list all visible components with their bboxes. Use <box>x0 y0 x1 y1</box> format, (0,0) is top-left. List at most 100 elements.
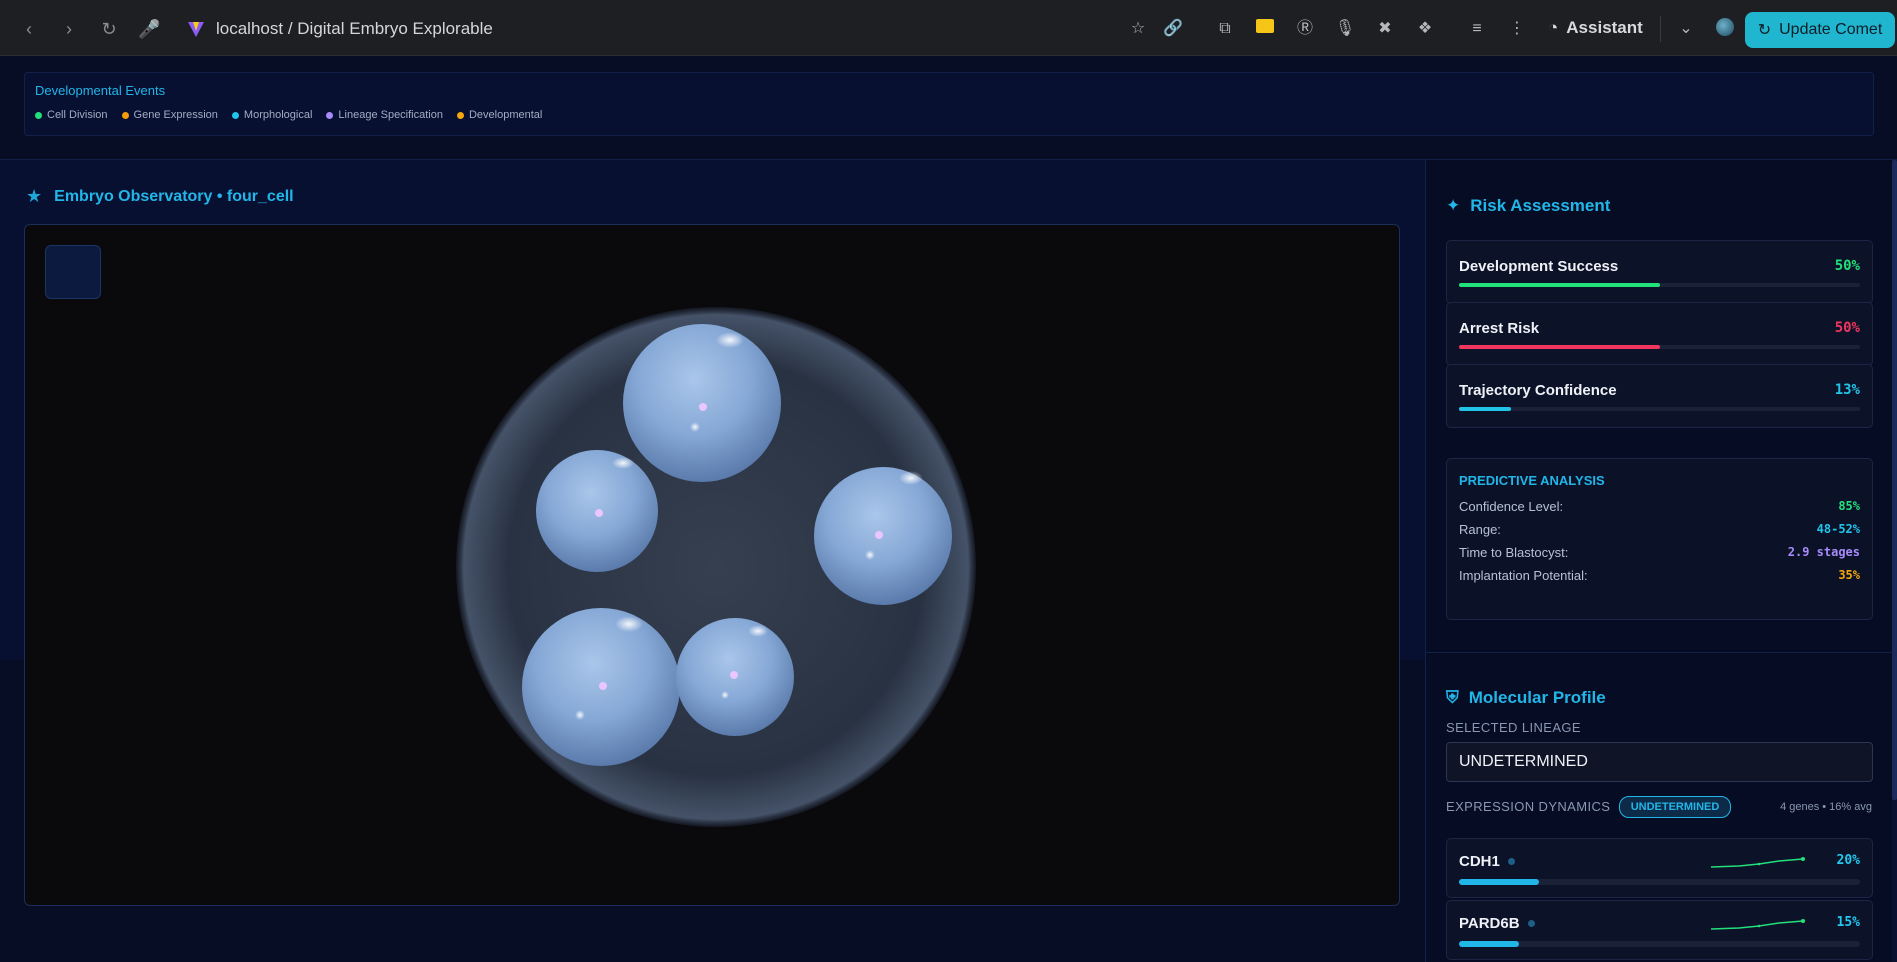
blastomere[interactable] <box>522 608 680 766</box>
legend-dot-icon <box>231 111 239 119</box>
embryo-viewer[interactable] <box>24 224 1400 906</box>
refresh-icon: ↻ <box>1757 22 1772 39</box>
gene-sparkline <box>1710 919 1805 930</box>
legend-item: Developmental <box>456 109 543 121</box>
risk-metric-card: Development Success 50% <box>1446 240 1873 304</box>
link-icon[interactable]: 🔗 <box>1162 18 1184 40</box>
extension-w-icon[interactable]: Ⓡ <box>1294 18 1316 40</box>
risk-title: Risk Assessment <box>1470 196 1611 215</box>
list-icon[interactable]: ≡ <box>1466 18 1488 40</box>
assistant-button[interactable]: ◔ Assistant <box>1548 18 1643 38</box>
legend-label: Cell Division <box>47 109 108 121</box>
predictive-label: Range: <box>1459 522 1501 537</box>
legend-dot-icon <box>35 111 42 119</box>
gene-progress-fill <box>1459 941 1520 947</box>
toolbar-divider <box>1660 16 1661 42</box>
microphone-icon[interactable]: 🎤 <box>138 18 160 40</box>
gene-progress-track <box>1459 941 1860 947</box>
update-comet-button[interactable]: ↻ Update Comet <box>1745 12 1895 48</box>
legend-label: Developmental <box>468 109 543 121</box>
sparkle-icon: ✦ <box>1446 196 1461 215</box>
lineage-status-badge: UNDETERMINED <box>1619 796 1731 818</box>
predictive-title: PREDICTIVE ANALYSIS <box>1459 473 1605 488</box>
waveform-icon[interactable]: ⋮ <box>1506 18 1528 40</box>
legend-item: Cell Division <box>35 109 108 121</box>
metric-progress-track <box>1459 407 1860 411</box>
gene-sparkline <box>1710 857 1805 868</box>
risk-assessment-heading: ✦ Risk Assessment <box>1446 196 1610 216</box>
assistant-icon: ◔ <box>1548 18 1559 37</box>
metric-progress-track <box>1459 283 1860 287</box>
address-bar[interactable]: localhost / Digital Embryo Explorable <box>186 16 493 42</box>
extension-copy-icon[interactable]: ⧉ <box>1214 18 1236 40</box>
metric-value: 13% <box>1834 382 1860 398</box>
forward-icon[interactable]: › <box>58 18 80 40</box>
observatory-heading: ★ Embryo Observatory • four_cell <box>26 186 294 207</box>
molecular-profile-heading: ⛨ Molecular Profile <box>1446 688 1606 708</box>
gene-card[interactable]: PARD6B 15% <box>1446 900 1873 960</box>
predictive-label: Confidence Level: <box>1459 499 1564 514</box>
bookmark-star-icon[interactable]: ☆ <box>1127 18 1149 40</box>
right-panel: ✦ Risk Assessment Development Success 50%… <box>1425 160 1897 962</box>
profile-avatar-icon[interactable] <box>1714 18 1736 40</box>
selected-lineage-field[interactable]: UNDETERMINED <box>1446 742 1873 782</box>
metric-label: Development Success <box>1459 258 1619 275</box>
metric-label: Arrest Risk <box>1459 320 1540 337</box>
legend-label: Morphological <box>243 109 313 121</box>
gene-progress-fill <box>1459 879 1540 885</box>
predictive-row: Range: 48-52% <box>1459 522 1860 537</box>
metric-progress-fill <box>1459 283 1660 287</box>
metric-progress-track <box>1459 345 1860 349</box>
metric-value: 50% <box>1834 320 1860 336</box>
legend-item: Gene Expression <box>121 109 218 121</box>
gene-card[interactable]: CDH1 20% <box>1446 838 1873 898</box>
gene-name-row: PARD6B <box>1459 915 1535 932</box>
risk-metric-card: Arrest Risk 50% <box>1446 302 1873 366</box>
voice-icon[interactable]: 🎙 <box>1334 18 1356 40</box>
legend-dot-icon <box>456 111 464 119</box>
blastomere[interactable] <box>536 450 658 572</box>
shield-icon: ⛨ <box>1446 688 1459 707</box>
predictive-analysis-card: PREDICTIVE ANALYSIS Confidence Level: 85%… <box>1446 458 1873 620</box>
legend-label: Lineage Specification <box>338 109 443 121</box>
metric-value: 50% <box>1834 258 1860 274</box>
gene-name-row: CDH1 <box>1459 853 1515 870</box>
blastomere[interactable] <box>814 467 952 605</box>
gene-status-dot-icon <box>1527 920 1535 927</box>
events-legend: Cell Division Gene Expression Morphologica… <box>35 109 542 121</box>
embryo-3d-render[interactable] <box>25 225 1400 906</box>
reload-icon[interactable]: ↻ <box>98 18 120 40</box>
chevron-down-icon[interactable]: ⌄ <box>1675 18 1697 40</box>
predictive-value: 2.9 stages <box>1787 545 1860 559</box>
extension-x-icon[interactable]: ✖ <box>1374 18 1396 40</box>
predictive-row: Time to Blastocyst: 2.9 stages <box>1459 545 1860 560</box>
predictive-value: 85% <box>1838 499 1860 513</box>
risk-metric-card: Trajectory Confidence 13% <box>1446 364 1873 428</box>
blastomere[interactable] <box>623 324 781 482</box>
assistant-label: Assistant <box>1566 18 1643 37</box>
scrollbar[interactable] <box>1892 160 1897 962</box>
puzzle-icon[interactable]: ❖ <box>1414 18 1436 40</box>
legend-label: Gene Expression <box>133 109 218 121</box>
update-label: Update Comet <box>1779 21 1883 38</box>
viewer-control-panel[interactable] <box>45 245 101 299</box>
scrollbar-thumb[interactable] <box>1892 160 1897 800</box>
predictive-row: Implantation Potential: 35% <box>1459 568 1860 583</box>
molecular-title: Molecular Profile <box>1468 688 1606 707</box>
predictive-label: Time to Blastocyst: <box>1459 545 1569 560</box>
legend-item: Lineage Specification <box>326 109 443 121</box>
legend-dot-icon <box>121 111 129 119</box>
observatory-title: Embryo Observatory • four_cell <box>54 187 294 205</box>
browser-toolbar: ‹ › ↻ 🎤 localhost / Digital Embryo Explo… <box>0 0 1897 56</box>
metric-label: Trajectory Confidence <box>1459 382 1617 399</box>
gene-summary: 4 genes • 16% avg <box>1780 801 1872 813</box>
extension-badge-icon[interactable] <box>1254 18 1276 40</box>
back-icon[interactable]: ‹ <box>18 18 40 40</box>
legend-item: Morphological <box>231 109 313 121</box>
expression-dynamics-label: EXPRESSION DYNAMICS <box>1446 799 1611 814</box>
legend-dot-icon <box>326 111 334 119</box>
gene-value: 15% <box>1836 915 1860 930</box>
blastomere[interactable] <box>676 618 794 736</box>
gene-name: CDH1 <box>1459 853 1500 870</box>
predictive-label: Implantation Potential: <box>1459 568 1588 583</box>
